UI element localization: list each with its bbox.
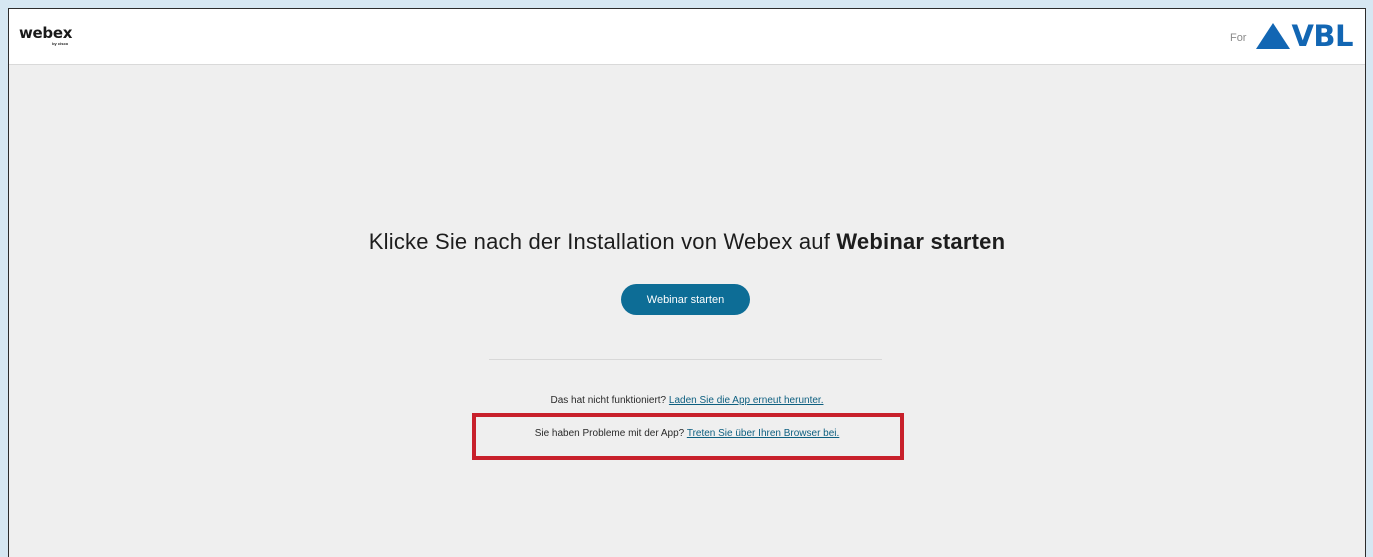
redownload-app-link[interactable]: Laden Sie die App erneut herunter.	[669, 395, 824, 406]
browser-frame: webex by cisco For VBL Klicke Sie nach d…	[8, 8, 1366, 557]
main-content: Klicke Sie nach der Installation von Web…	[9, 9, 1365, 557]
retry-text: Das hat nicht funktioniert?	[550, 395, 669, 406]
retry-line: Das hat nicht funktioniert? Laden Sie di…	[9, 395, 1365, 406]
start-webinar-button[interactable]: Webinar starten	[621, 284, 750, 315]
headline-bold: Webinar starten	[836, 229, 1006, 254]
page-title: Klicke Sie nach der Installation von Web…	[9, 229, 1365, 255]
highlight-box	[472, 413, 904, 460]
headline-text: Klicke Sie nach der Installation von Web…	[368, 229, 837, 254]
divider	[489, 359, 882, 360]
